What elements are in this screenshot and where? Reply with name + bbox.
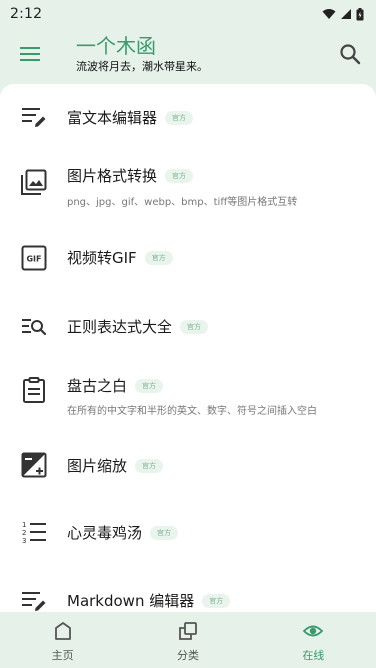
status-bar: 2:12	[0, 0, 376, 28]
home-icon	[54, 622, 71, 640]
nav-online[interactable]: 在线	[251, 612, 376, 668]
official-badge: 官方	[144, 250, 173, 265]
item-title-row: 富文本编辑器 官方	[67, 107, 194, 128]
list-item[interactable]: 正则表达式大全 官方	[0, 286, 376, 354]
list-item[interactable]: 1 2 3 心灵毒鸡汤 官方	[0, 496, 376, 564]
item-title-row: 盘古之白 官方	[67, 375, 164, 396]
numbered-list-icon: 1 2 3	[22, 521, 46, 545]
item-title-row: 图片格式转换 官方	[67, 165, 194, 186]
official-badge: 官方	[165, 110, 194, 125]
official-badge: 官方	[135, 378, 164, 393]
regex-search-icon	[22, 319, 47, 336]
gif-icon-text: GIF	[26, 255, 41, 264]
list-item[interactable]: 图片缩放 官方	[0, 428, 376, 496]
tool-list: 富文本编辑器 官方 图片格式转换 官方 png、jpg、gif、webp、bmp…	[0, 84, 376, 612]
category-icon	[179, 622, 197, 640]
app-screen: 2:12 一个木函 流波将月去，潮水带星来。 富文本编辑器 官方 图片格式转换 …	[0, 0, 376, 668]
official-badge: 官方	[165, 168, 194, 183]
title-block: 一个木函 流波将月去，潮水带星来。	[76, 34, 208, 75]
app-header: 一个木函 流波将月去，潮水带星来。	[0, 28, 376, 84]
rich-text-icon	[22, 108, 46, 127]
list-item[interactable]: Markdown 编辑器 官方	[0, 564, 376, 612]
nav-online-label: 在线	[302, 649, 325, 662]
clipboard-icon	[23, 377, 45, 403]
markdown-edit-icon	[22, 592, 46, 611]
official-badge: 官方	[202, 593, 231, 608]
item-title-row: 心灵毒鸡汤 官方	[67, 522, 179, 543]
nav-home-label: 主页	[51, 649, 74, 662]
list-item[interactable]: 富文本编辑器 官方	[0, 84, 376, 148]
app-title: 一个木函	[76, 34, 156, 58]
menu-button[interactable]	[16, 40, 44, 68]
list-item[interactable]: 图片格式转换 官方 png、jpg、gif、webp、bmp、tiff等图片格式…	[0, 148, 376, 218]
bottom-navigation: 主页 分类 在线	[0, 612, 376, 668]
list-item[interactable]: GIF 视频转GIF 官方	[0, 218, 376, 286]
item-title-row: Markdown 编辑器 官方	[67, 590, 231, 611]
item-subtitle: 在所有的中文字和半形的英文、数字、符号之间插入空白	[67, 406, 317, 417]
nav-category-label: 分类	[176, 649, 199, 662]
image-resize-icon	[21, 452, 47, 478]
search-icon[interactable]	[338, 42, 362, 66]
item-title-row: 图片缩放 官方	[67, 455, 164, 476]
status-icons	[322, 7, 364, 21]
item-title: 图片缩放	[67, 457, 128, 475]
hamburger-menu-icon	[20, 47, 40, 61]
item-subtitle: png、jpg、gif、webp、bmp、tiff等图片格式互转	[67, 197, 298, 208]
item-title: Markdown 编辑器	[67, 592, 195, 610]
item-title: 富文本编辑器	[67, 109, 158, 127]
eye-icon	[303, 625, 324, 637]
item-title: 心灵毒鸡汤	[67, 524, 143, 542]
wifi-icon	[322, 9, 336, 19]
battery-icon	[356, 7, 364, 20]
item-title: 盘古之白	[67, 377, 128, 395]
item-title: 图片格式转换	[67, 167, 158, 185]
official-badge: 官方	[135, 458, 164, 473]
official-badge: 官方	[180, 319, 209, 334]
nav-home[interactable]: 主页	[0, 612, 125, 668]
svg-text:2: 2	[22, 529, 26, 537]
svg-text:3: 3	[22, 537, 26, 545]
nav-category[interactable]: 分类	[125, 612, 250, 668]
signal-icon	[341, 9, 351, 19]
item-title-row: 视频转GIF 官方	[67, 247, 173, 268]
official-badge: 官方	[150, 525, 179, 540]
item-title: 视频转GIF	[67, 249, 137, 267]
gif-icon: GIF	[21, 245, 47, 271]
list-item[interactable]: 盘古之白 官方 在所有的中文字和半形的英文、数字、符号之间插入空白	[0, 354, 376, 428]
status-time: 2:12	[10, 6, 43, 22]
image-convert-icon	[21, 169, 47, 195]
item-title: 正则表达式大全	[67, 318, 173, 336]
item-title-row: 正则表达式大全 官方	[67, 316, 209, 337]
svg-text:1: 1	[22, 521, 26, 529]
app-subtitle: 流波将月去，潮水带星来。	[76, 60, 208, 73]
